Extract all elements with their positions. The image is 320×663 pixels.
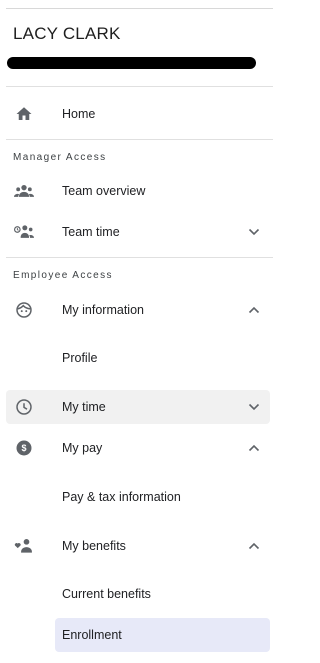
section-heading-employee: Employee Access: [13, 270, 113, 281]
nav-subitem-profile[interactable]: Profile: [55, 341, 270, 375]
chevron-up-icon[interactable]: [246, 440, 262, 456]
benefits-icon: [14, 536, 34, 556]
nav-subitem-label: Pay & tax information: [62, 490, 181, 504]
nav-item-label: Home: [62, 107, 96, 121]
nav-item-my-benefits[interactable]: My benefits: [6, 529, 270, 563]
chevron-down-icon[interactable]: [246, 399, 262, 415]
nav-subitem-label: Profile: [62, 351, 98, 365]
nav-item-my-time[interactable]: My time: [6, 390, 270, 424]
dollar-circle-icon: $: [14, 438, 34, 458]
chevron-up-icon[interactable]: [246, 538, 262, 554]
divider: [6, 257, 273, 258]
nav-subitem-label: Enrollment: [62, 628, 122, 642]
nav-item-label: Team time: [62, 225, 120, 239]
nav-item-home[interactable]: Home: [6, 97, 270, 131]
redacted-user-detail: [7, 57, 256, 69]
nav-item-label: Team overview: [62, 184, 146, 198]
divider: [6, 86, 273, 87]
group-time-icon: [14, 222, 34, 242]
nav-subitem-current-benefits[interactable]: Current benefits: [55, 577, 270, 611]
nav-item-label: My time: [62, 400, 106, 414]
divider: [6, 139, 273, 140]
group-icon: [14, 181, 34, 201]
nav-item-label: My information: [62, 303, 144, 317]
clock-icon: [14, 397, 34, 417]
nav-item-team-time[interactable]: Team time: [6, 215, 270, 249]
nav-item-my-pay[interactable]: $ My pay: [6, 431, 270, 465]
chevron-up-icon[interactable]: [246, 302, 262, 318]
user-name: LACY CLARK: [13, 24, 121, 43]
home-icon: [14, 104, 34, 124]
nav-subitem-enrollment[interactable]: Enrollment: [55, 618, 270, 652]
nav-subitem-pay-tax-information[interactable]: Pay & tax information: [55, 480, 270, 514]
face-icon: [14, 300, 34, 320]
nav-item-team-overview[interactable]: Team overview: [6, 174, 270, 208]
nav-item-my-information[interactable]: My information: [6, 293, 270, 327]
nav-subitem-label: Current benefits: [62, 587, 151, 601]
nav-item-label: My pay: [62, 441, 103, 455]
section-heading-manager: Manager Access: [13, 152, 107, 163]
chevron-down-icon[interactable]: [246, 224, 262, 240]
nav-item-label: My benefits: [62, 539, 126, 553]
svg-text:$: $: [21, 443, 26, 453]
top-divider: [6, 8, 273, 9]
